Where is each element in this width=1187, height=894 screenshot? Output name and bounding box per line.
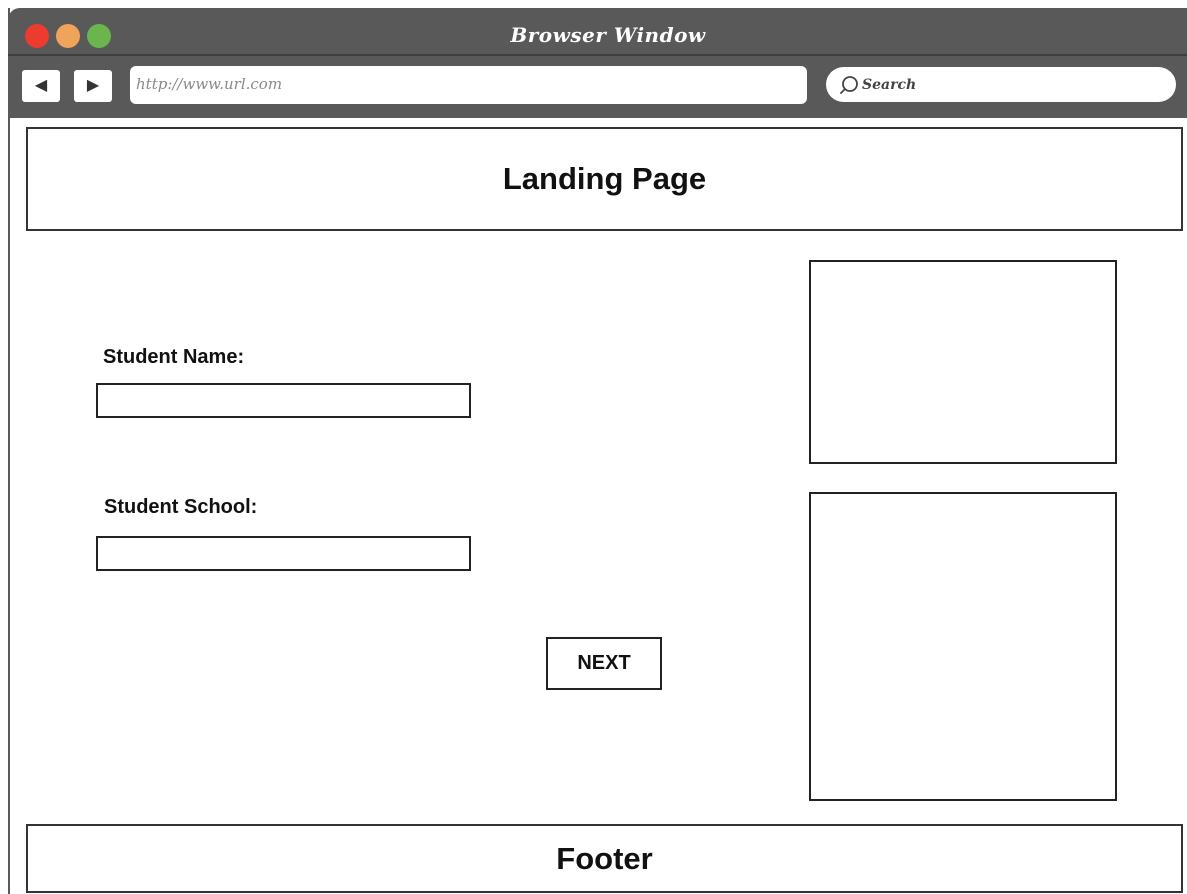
search-icon (838, 74, 860, 96)
image-placeholder-bottom (809, 492, 1117, 801)
address-bar[interactable]: http://www.url.com (130, 66, 807, 104)
page-header: Landing Page (26, 127, 1183, 231)
student-name-label: Student Name: (103, 346, 245, 368)
back-arrow-icon: ◀ (34, 77, 48, 94)
student-school-label: Student School: (104, 496, 258, 518)
next-button[interactable]: NEXT (546, 637, 662, 690)
window-title: Browser Window (510, 23, 706, 47)
forward-arrow-icon: ▶ (86, 77, 100, 94)
title-bar: Browser Window (8, 8, 1187, 54)
back-button[interactable]: ◀ (22, 70, 60, 102)
page-title: Landing Page (502, 161, 707, 196)
search-bar[interactable]: Search (826, 67, 1176, 102)
page-footer: Footer (26, 824, 1183, 893)
forward-button[interactable]: ▶ (74, 70, 112, 102)
address-bar-url: http://www.url.com (136, 75, 283, 93)
footer-title: Footer (556, 840, 653, 876)
maximize-window-button[interactable] (87, 24, 111, 48)
close-window-button[interactable] (25, 24, 49, 48)
image-placeholder-top (809, 260, 1117, 464)
search-bar-placeholder: Search (862, 76, 917, 93)
minimize-window-button[interactable] (56, 24, 80, 48)
student-name-input[interactable] (96, 383, 471, 418)
student-school-input[interactable] (96, 536, 471, 571)
